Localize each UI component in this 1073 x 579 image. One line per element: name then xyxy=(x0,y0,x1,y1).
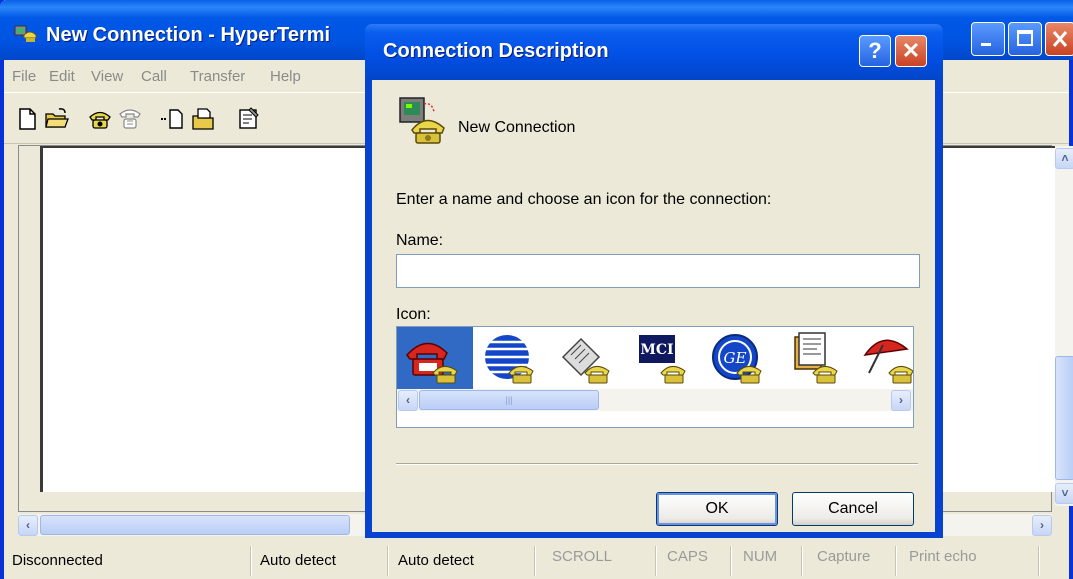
dialog-title: Connection Description xyxy=(383,40,609,62)
menu-help[interactable]: Help xyxy=(270,68,301,85)
status-num: NUM xyxy=(743,548,778,565)
connection-description-dialog: Connection Description ? ✕ New Connectio… xyxy=(365,24,943,538)
status-divider xyxy=(1038,546,1040,576)
chevron-right-icon: › xyxy=(1040,518,1044,532)
properties-icon[interactable] xyxy=(236,106,262,132)
status-detect-2: Auto detect xyxy=(398,552,474,569)
status-print-echo: Print echo xyxy=(909,548,977,565)
scroll-left-button[interactable]: ‹ xyxy=(18,515,38,536)
menu-edit[interactable]: Edit xyxy=(49,68,75,85)
cancel-button[interactable]: Cancel xyxy=(792,492,914,526)
minimize-button[interactable] xyxy=(971,22,1005,56)
icon-label: Icon: xyxy=(396,306,431,323)
menu-call[interactable]: Call xyxy=(141,68,167,85)
icon-option[interactable] xyxy=(777,327,853,391)
send-icon[interactable] xyxy=(159,106,185,132)
status-divider xyxy=(730,546,732,576)
icon-option[interactable] xyxy=(853,327,913,391)
chevron-left-icon: ‹ xyxy=(26,518,30,532)
menu-view[interactable]: View xyxy=(91,68,123,85)
status-caps: CAPS xyxy=(667,548,708,565)
status-divider xyxy=(895,546,897,576)
document-phone-icon xyxy=(794,332,838,384)
menu-transfer[interactable]: Transfer xyxy=(190,68,245,85)
icon-scrollbar[interactable]: ‹ ||| › xyxy=(397,389,913,411)
icon-option[interactable]: GE xyxy=(701,327,777,391)
status-detect-1: Auto detect xyxy=(260,552,336,569)
name-input[interactable] xyxy=(396,254,920,288)
icon-scroll-thumb[interactable]: ||| xyxy=(419,390,599,410)
icon-picker: MCI GE ‹ ||| › xyxy=(396,326,914,428)
dial-icon[interactable] xyxy=(87,106,113,132)
window-title: New Connection - HyperTermi xyxy=(46,24,331,46)
minimize-icon xyxy=(981,43,991,46)
disconnect-icon[interactable] xyxy=(117,106,143,132)
status-divider xyxy=(801,546,803,576)
icon-option[interactable] xyxy=(473,327,549,391)
chevron-up-icon: ˄ xyxy=(1061,151,1069,165)
help-button[interactable]: ? xyxy=(859,35,891,67)
scroll-up-button[interactable]: ˄ xyxy=(1055,148,1073,169)
chevron-down-icon: ˅ xyxy=(1061,486,1069,500)
icon-scroll-left-button[interactable]: ‹ xyxy=(398,390,418,411)
scroll-down-button[interactable]: ˅ xyxy=(1055,483,1073,504)
red-phone-icon xyxy=(406,342,458,384)
vertical-scroll-thumb[interactable] xyxy=(1055,356,1073,480)
grip-icon: ||| xyxy=(505,395,513,405)
svg-text:GE: GE xyxy=(724,349,747,367)
icon-option[interactable] xyxy=(397,327,473,391)
fax-phone-icon xyxy=(561,337,610,384)
close-icon xyxy=(1052,31,1068,47)
globe-phone-icon xyxy=(485,335,534,384)
mci-phone-icon: MCI xyxy=(639,335,686,384)
menu-file[interactable]: File xyxy=(12,68,36,85)
close-icon: ✕ xyxy=(901,38,921,63)
ge-phone-icon: GE xyxy=(712,334,762,384)
horizontal-scroll-thumb[interactable] xyxy=(40,515,350,535)
svg-text:MCI: MCI xyxy=(640,342,673,358)
icon-option[interactable] xyxy=(549,327,625,391)
scroll-right-button[interactable]: › xyxy=(1032,515,1052,536)
maximize-button[interactable] xyxy=(1008,22,1042,56)
window-close-button[interactable] xyxy=(1045,22,1073,56)
new-file-icon[interactable] xyxy=(14,106,40,132)
status-scroll: SCROLL xyxy=(552,548,613,565)
dialog-titlebar[interactable]: Connection Description ? ✕ xyxy=(365,24,943,80)
status-capture: Capture xyxy=(817,548,871,565)
dialog-body: New Connection Enter a name and choose a… xyxy=(372,80,935,532)
vertical-scrollbar[interactable]: ˄ ˅ xyxy=(1055,146,1073,506)
dialog-divider xyxy=(396,463,918,465)
connection-icon xyxy=(399,97,445,144)
help-icon: ? xyxy=(868,38,882,63)
dialog-heading: New Connection xyxy=(458,119,576,136)
name-label: Name: xyxy=(396,232,444,249)
status-divider xyxy=(250,546,252,576)
receive-icon[interactable] xyxy=(191,106,217,132)
umbrella-phone-icon xyxy=(863,339,913,384)
status-bar: Disconnected Auto detect Auto detect SCR… xyxy=(4,542,1069,579)
icon-option[interactable]: MCI xyxy=(625,327,701,391)
status-connection: Disconnected xyxy=(12,552,103,569)
chevron-right-icon: › xyxy=(899,393,903,407)
open-folder-icon[interactable] xyxy=(44,106,70,132)
ok-button[interactable]: OK xyxy=(656,492,778,526)
dialog-prompt: Enter a name and choose an icon for the … xyxy=(396,191,772,208)
dialog-close-button[interactable]: ✕ xyxy=(895,35,927,67)
status-divider xyxy=(387,546,389,576)
status-divider xyxy=(655,546,657,576)
chevron-left-icon: ‹ xyxy=(406,393,410,407)
icon-scroll-right-button[interactable]: › xyxy=(891,390,911,411)
status-divider xyxy=(534,546,536,576)
hyperterminal-app-icon xyxy=(14,25,37,42)
maximize-icon xyxy=(1017,30,1033,46)
